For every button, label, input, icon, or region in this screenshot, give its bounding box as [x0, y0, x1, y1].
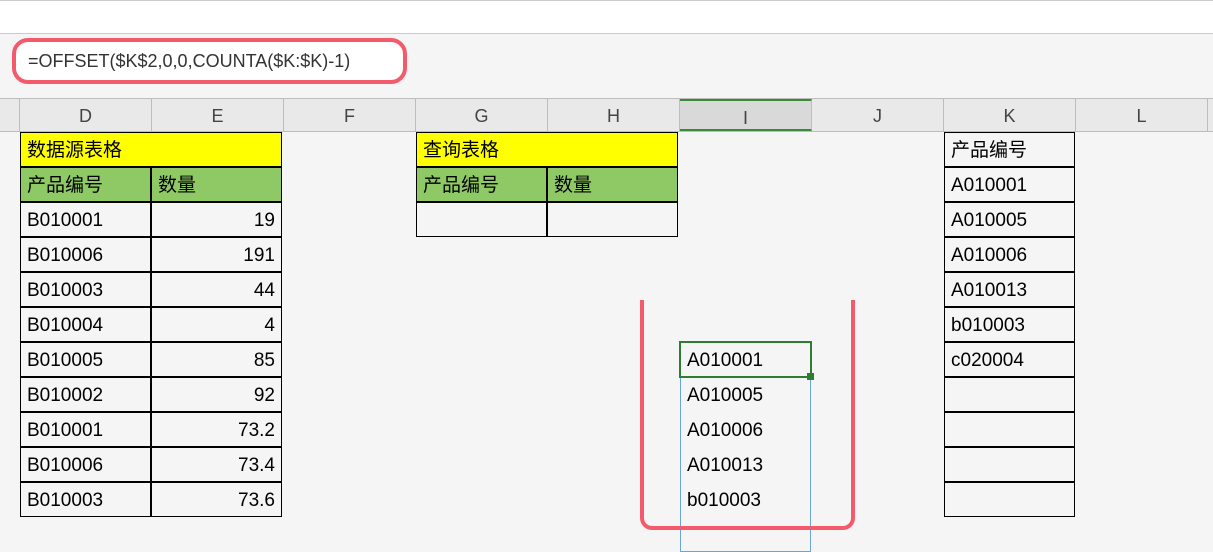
- col-header-F[interactable]: F: [284, 99, 416, 131]
- k-empty[interactable]: [944, 447, 1075, 482]
- col-header-L[interactable]: L: [1076, 99, 1208, 131]
- k-cell[interactable]: A010006: [944, 237, 1075, 272]
- query-table-title[interactable]: 查询表格: [416, 132, 678, 167]
- k-cell[interactable]: A010013: [944, 272, 1075, 307]
- spill-cell[interactable]: A010005: [680, 377, 811, 412]
- query-header-code[interactable]: 产品编号: [416, 167, 547, 202]
- formula-bar-content[interactable]: =OFFSET($K$2,0,0,COUNTA($K:$K)-1): [28, 51, 350, 72]
- k-cell[interactable]: c020004: [944, 342, 1075, 377]
- spill-cell[interactable]: b010003: [680, 482, 811, 517]
- table-cell[interactable]: B010005: [20, 342, 151, 377]
- spill-cell[interactable]: A010013: [680, 447, 811, 482]
- table-cell[interactable]: 73.4: [151, 447, 282, 482]
- k-empty[interactable]: [944, 482, 1075, 517]
- col-header-C[interactable]: [0, 99, 20, 131]
- table-cell[interactable]: B010006: [20, 447, 151, 482]
- spill-cell[interactable]: A010001: [680, 342, 811, 377]
- k-cell[interactable]: A010001: [944, 167, 1075, 202]
- table-cell[interactable]: B010003: [20, 272, 151, 307]
- table-cell[interactable]: B010002: [20, 377, 151, 412]
- k-cell[interactable]: b010003: [944, 307, 1075, 342]
- window-top-bar: [0, 0, 1213, 34]
- table-cell[interactable]: B010001: [20, 202, 151, 237]
- source-header-qty[interactable]: 数量: [151, 167, 282, 202]
- source-header-code[interactable]: 产品编号: [20, 167, 151, 202]
- spreadsheet-area: D E F G H I J K L 数据源表格 产品编号 数量 B010001 …: [0, 98, 1213, 132]
- query-empty-cell[interactable]: [416, 202, 547, 237]
- table-cell[interactable]: 85: [151, 342, 282, 377]
- table-cell[interactable]: 73.6: [151, 482, 282, 517]
- table-cell[interactable]: 4: [151, 307, 282, 342]
- query-header-qty[interactable]: 数量: [547, 167, 678, 202]
- table-cell[interactable]: B010006: [20, 237, 151, 272]
- k-cell[interactable]: A010005: [944, 202, 1075, 237]
- k-header[interactable]: 产品编号: [944, 132, 1075, 167]
- k-empty[interactable]: [944, 377, 1075, 412]
- formula-bar-highlight: =OFFSET($K$2,0,0,COUNTA($K:$K)-1): [12, 38, 407, 84]
- source-table-title[interactable]: 数据源表格: [20, 132, 282, 167]
- table-cell[interactable]: 44: [151, 272, 282, 307]
- table-cell[interactable]: B010001: [20, 412, 151, 447]
- table-cell[interactable]: B010003: [20, 482, 151, 517]
- col-header-K[interactable]: K: [944, 99, 1076, 131]
- col-header-J[interactable]: J: [812, 99, 944, 131]
- table-cell[interactable]: 92: [151, 377, 282, 412]
- col-header-H[interactable]: H: [548, 99, 680, 131]
- query-empty-cell[interactable]: [547, 202, 678, 237]
- column-headers-row: D E F G H I J K L: [0, 98, 1213, 132]
- table-cell[interactable]: B010004: [20, 307, 151, 342]
- col-header-E[interactable]: E: [152, 99, 284, 131]
- col-header-G[interactable]: G: [416, 99, 548, 131]
- spill-cell[interactable]: A010006: [680, 412, 811, 447]
- table-cell[interactable]: 191: [151, 237, 282, 272]
- table-cell[interactable]: 19: [151, 202, 282, 237]
- col-header-D[interactable]: D: [20, 99, 152, 131]
- col-header-I[interactable]: I: [680, 99, 812, 131]
- k-empty[interactable]: [944, 412, 1075, 447]
- table-cell[interactable]: 73.2: [151, 412, 282, 447]
